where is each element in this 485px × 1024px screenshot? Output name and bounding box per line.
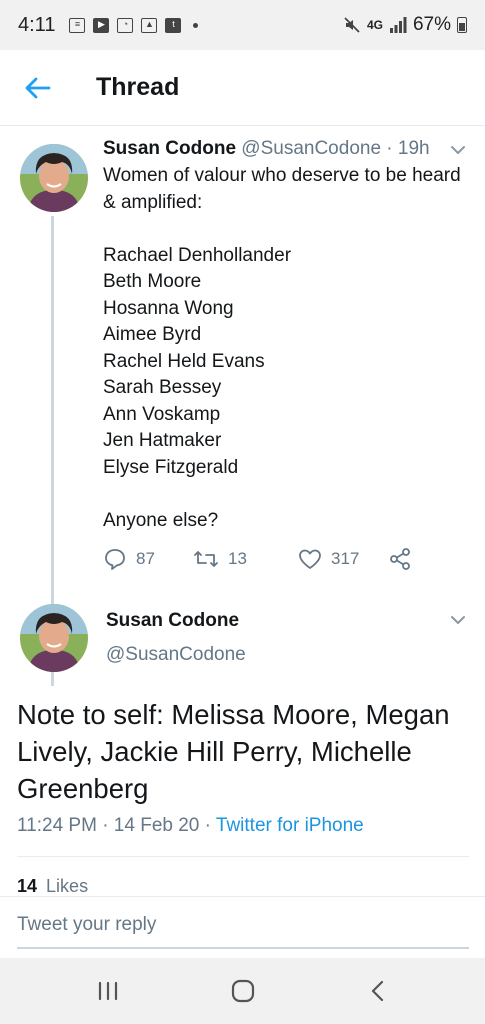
home-icon (231, 979, 254, 1003)
reply-count: 87 (136, 549, 155, 568)
system-nav-bar (0, 958, 485, 1024)
retweet-button[interactable]: 13 (193, 548, 298, 570)
back-button[interactable] (18, 68, 58, 108)
back-chevron-icon (371, 980, 383, 1002)
reply-icon (105, 549, 125, 570)
reply-bar (0, 896, 485, 954)
likes-label: Likes (46, 876, 89, 896)
share-icon (390, 548, 410, 570)
cast-icon: ◔ (117, 17, 134, 33)
status-time: 4:11 (18, 13, 56, 36)
like-count: 317 (331, 549, 360, 568)
author-name[interactable]: Susan Codone (106, 610, 239, 632)
author-name[interactable]: Susan Codone (103, 138, 236, 159)
tweet-body: Susan Codone @SusanCodone · 19h Women of… (103, 136, 468, 534)
tweet-timestamp: 11:24 PM · 14 Feb 20 · (17, 815, 216, 836)
tweet-text: Note to self: Melissa Moore, Megan Livel… (17, 699, 450, 804)
tweet-time: · 19h (386, 138, 430, 159)
heart-icon (299, 549, 321, 569)
divider (17, 856, 469, 857)
system-back-button[interactable] (356, 969, 400, 1013)
page-title: Thread (96, 73, 180, 101)
chevron-down-icon[interactable] (447, 612, 469, 628)
share-button[interactable] (388, 547, 412, 571)
recent-apps-icon (98, 981, 117, 1001)
gallery-icon: ▲ (141, 17, 158, 33)
reply-input[interactable] (17, 903, 469, 949)
thread-header: Thread (0, 50, 485, 126)
author-handle[interactable]: @SusanCodone (241, 138, 381, 159)
chevron-down-icon[interactable] (447, 142, 469, 158)
home-button[interactable] (221, 969, 265, 1013)
signal-icon (389, 17, 407, 33)
youtube-icon: ▶ (93, 17, 110, 33)
more-notifications-icon (193, 22, 199, 28)
tweet-meta: 11:24 PM · 14 Feb 20 · Twitter for iPhon… (17, 815, 364, 837)
network-type: 4G (366, 18, 383, 32)
tumblr-icon: t (165, 17, 182, 33)
notification-icon: ≡ (69, 17, 86, 33)
tweet-source-link[interactable]: Twitter for iPhone (216, 815, 364, 836)
battery-percent: 67% (412, 14, 451, 35)
tweet-text: Women of valour who deserve to be heard … (103, 165, 461, 531)
status-bar: 4:11 ≡ ▶ ◔ ▲ t 4G 67% (0, 0, 485, 50)
tweet-actions: 87 13 317 (103, 544, 423, 574)
back-arrow-icon (25, 77, 51, 98)
retweet-icon (194, 551, 218, 567)
like-button[interactable]: 317 (298, 548, 388, 570)
retweet-count: 13 (228, 549, 247, 568)
likes-count: 14 (17, 876, 38, 896)
battery-icon (457, 17, 467, 33)
reply-button[interactable]: 87 (103, 547, 193, 571)
recent-apps-button[interactable] (86, 969, 130, 1013)
likes-summary[interactable]: 14 Likes (17, 876, 88, 897)
tweet-header: Susan Codone @SusanCodone · 19h (103, 136, 468, 162)
author-handle[interactable]: @SusanCodone (106, 644, 246, 666)
avatar[interactable] (20, 604, 88, 672)
mute-icon (344, 17, 360, 33)
avatar[interactable] (20, 144, 88, 212)
